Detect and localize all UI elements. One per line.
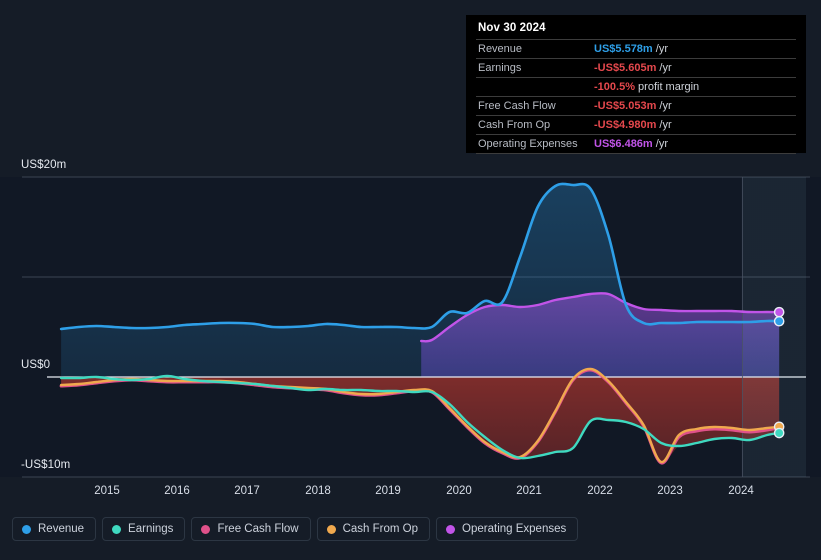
tooltip-row-label: Free Cash Flow xyxy=(476,96,592,116)
x-axis-label-2023: 2023 xyxy=(657,485,683,497)
x-axis-label-2022: 2022 xyxy=(587,485,613,497)
legend-color-dot xyxy=(112,524,122,534)
tooltip-row-value: -US$5.053m /yr xyxy=(592,96,796,116)
tooltip-row-value: US$6.486m /yr xyxy=(592,134,796,154)
tooltip-row: Operating Expenses US$6.486m /yr xyxy=(476,134,796,154)
x-axis-label-2017: 2017 xyxy=(234,485,260,497)
tooltip-row: Cash From Op -US$4.980m /yr xyxy=(476,115,796,135)
legend-color-dot xyxy=(446,524,456,534)
legend-item-label: Earnings xyxy=(128,523,174,535)
x-axis-label-2016: 2016 xyxy=(164,485,190,497)
legend-item-label: Operating Expenses xyxy=(462,523,567,535)
y-axis-label-top: US$20m xyxy=(21,159,67,171)
legend-item-label: Revenue xyxy=(38,523,85,535)
tooltip-row-value: -100.5% profit margin xyxy=(592,77,796,97)
x-axis-label-2021: 2021 xyxy=(516,485,542,497)
tooltip-row: Free Cash Flow -US$5.053m /yr xyxy=(476,96,796,116)
tooltip-row-label: Operating Expenses xyxy=(476,134,592,154)
x-axis-label-2024: 2024 xyxy=(728,485,754,497)
tooltip-row-label: Earnings xyxy=(476,58,592,78)
tooltip-date: Nov 30 2024 xyxy=(478,22,546,34)
tooltip-row: Revenue US$5.578m /yr xyxy=(476,39,796,59)
x-axis-label-2019: 2019 xyxy=(375,485,401,497)
tooltip-table: Revenue US$5.578m /yr Earnings -US$5.605m /… xyxy=(476,39,796,154)
legend-item-label: Free Cash Flow xyxy=(217,523,299,535)
y-axis-label-bottom: -US$10m xyxy=(21,459,71,471)
legend-item-earnings[interactable]: Earnings xyxy=(102,517,186,541)
endpoint-revenue xyxy=(773,315,785,327)
endpoint-earnings xyxy=(773,427,785,439)
x-axis-label-2015: 2015 xyxy=(94,485,120,497)
legend-item-operating-expenses[interactable]: Operating Expenses xyxy=(436,517,579,541)
chart-legend[interactable]: Revenue Earnings Free Cash Flow Cash From O… xyxy=(12,517,579,541)
legend-item-cash-from-op[interactable]: Cash From Op xyxy=(316,517,431,541)
legend-item-label: Cash From Op xyxy=(342,523,419,535)
tooltip-row-label: Revenue xyxy=(476,39,592,59)
tooltip-row: Earnings -US$5.605m /yr xyxy=(476,58,796,78)
tooltip-row-value: US$5.578m /yr xyxy=(592,39,796,59)
financial-chart: US$20m US$0 -US$10m 2015 2016 2017 2018 … xyxy=(0,0,821,560)
tooltip-row-label: Cash From Op xyxy=(476,115,592,135)
legend-color-dot xyxy=(22,524,31,534)
x-axis-label-2020: 2020 xyxy=(446,485,472,497)
tooltip-row: -100.5% profit margin xyxy=(476,77,796,97)
x-axis-label-2018: 2018 xyxy=(305,485,331,497)
endpoint-operating-expenses xyxy=(773,306,785,318)
tooltip-row-value: -US$5.605m /yr xyxy=(592,58,796,78)
legend-color-dot xyxy=(201,524,211,534)
y-axis-label-zero: US$0 xyxy=(21,359,51,371)
legend-item-free-cash-flow[interactable]: Free Cash Flow xyxy=(191,517,311,541)
data-tooltip: Nov 30 2024 Revenue US$5.578m /yr Earnings… xyxy=(466,15,806,154)
legend-color-dot xyxy=(326,524,336,534)
tooltip-row-value: -US$4.980m /yr xyxy=(592,115,796,135)
tooltip-row-label xyxy=(476,77,592,97)
legend-item-revenue[interactable]: Revenue xyxy=(12,517,97,541)
